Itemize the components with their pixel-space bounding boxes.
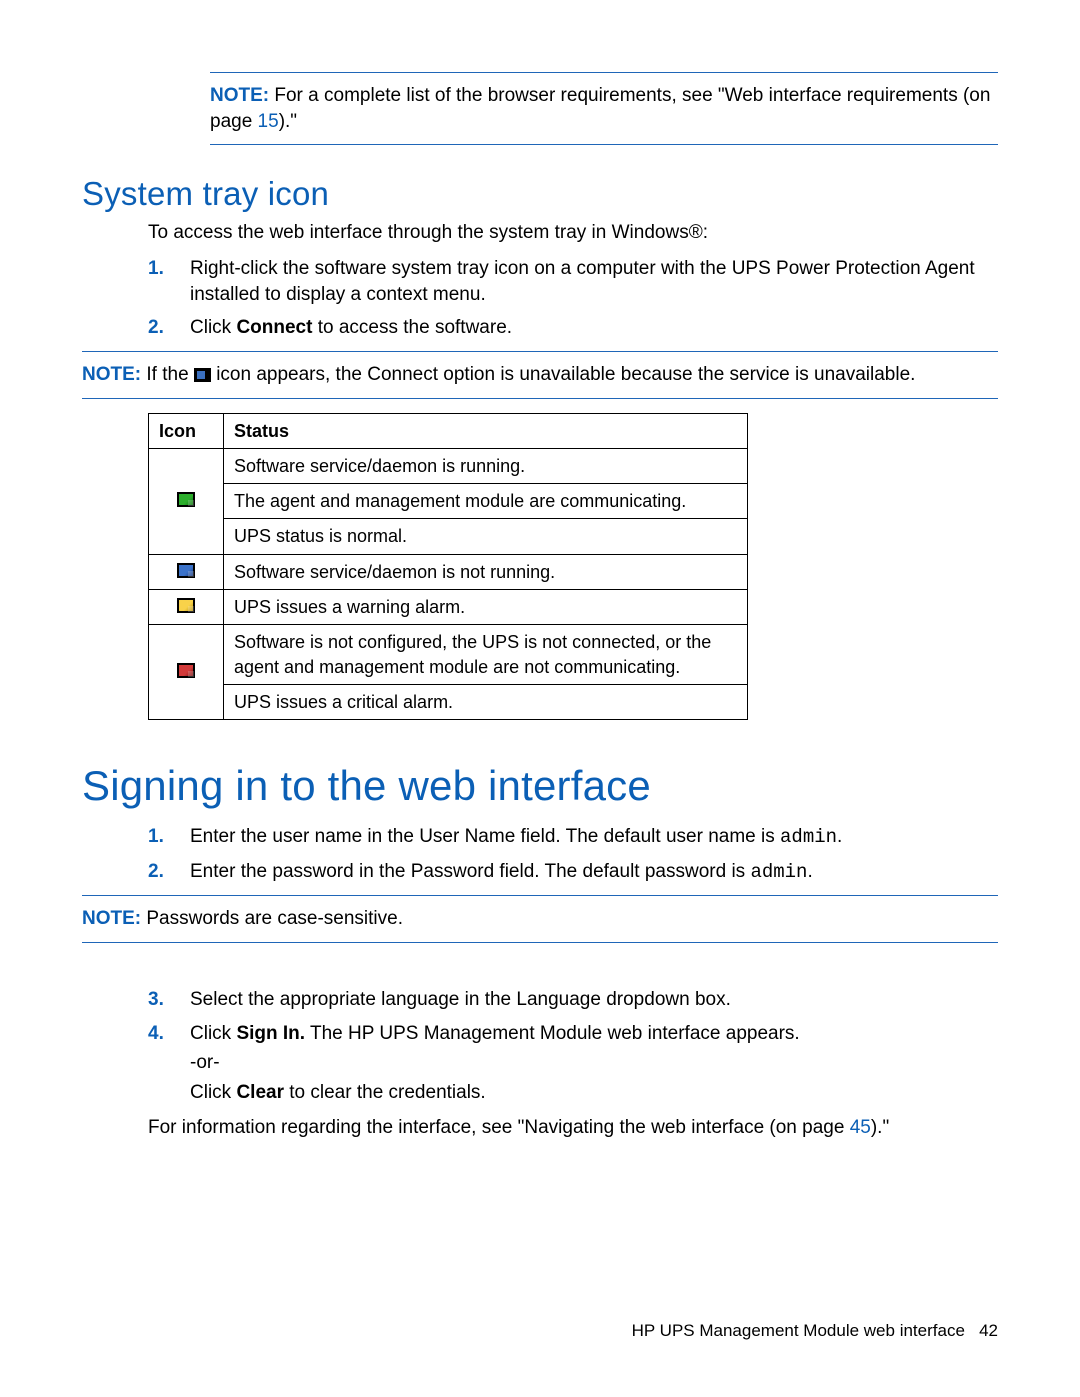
list-item: 3. Select the appropriate language in th… <box>148 983 998 1017</box>
page-link-45[interactable]: 45 <box>850 1117 871 1138</box>
text: . <box>807 861 812 882</box>
tray-service-off-icon <box>177 563 195 578</box>
tray-critical-icon <box>177 663 195 678</box>
table-row: UPS status is normal. <box>149 519 748 554</box>
systray-steps: 1. Right-click the software system tray … <box>148 252 998 345</box>
list-item: 1. Enter the user name in the User Name … <box>148 820 998 855</box>
default-username: admin <box>780 826 837 848</box>
step-number: 1. <box>148 824 166 851</box>
table-row: Software is not configured, the UPS is n… <box>149 625 748 685</box>
note-password-case: NOTE: Passwords are case-sensitive. <box>82 895 998 943</box>
col-icon: Icon <box>149 413 224 448</box>
or-text: -or- <box>190 1050 998 1076</box>
list-item: 2. Enter the password in the Password fi… <box>148 855 998 890</box>
col-status: Status <box>224 413 748 448</box>
step-text: Enter the password in the Password field… <box>190 859 998 886</box>
list-item: 4. Click Sign In. The HP UPS Management … <box>148 1017 998 1110</box>
list-item: 1. Right-click the software system tray … <box>148 252 998 311</box>
status-cell: UPS issues a warning alarm. <box>224 590 748 625</box>
tray-warning-icon <box>177 598 195 613</box>
icon-cell <box>149 448 224 554</box>
step-text: Click Sign In. The HP UPS Management Mod… <box>190 1021 998 1106</box>
document-page: NOTE: For a complete list of the browser… <box>0 0 1080 1397</box>
table-row: UPS issues a warning alarm. <box>149 590 748 625</box>
table-row: Software service/daemon is not running. <box>149 554 748 589</box>
signin-steps-cont: 3. Select the appropriate language in th… <box>148 983 998 1110</box>
note-label: NOTE: <box>82 364 141 385</box>
systray-icon-status-table: Icon Status Software service/daemon is r… <box>148 413 748 721</box>
text: Click <box>190 1082 236 1103</box>
table-row: UPS issues a critical alarm. <box>149 684 748 719</box>
note-label: NOTE: <box>210 85 269 106</box>
note-label: NOTE: <box>82 908 141 929</box>
icon-cell <box>149 625 224 720</box>
status-cell: Software service/daemon is not running. <box>224 554 748 589</box>
step-number: 2. <box>148 859 166 886</box>
note-text: Passwords are case-sensitive. <box>141 908 403 929</box>
clear-keyword: Clear <box>236 1082 284 1103</box>
text: Click Clear to clear the credentials. <box>190 1080 998 1106</box>
status-cell: The agent and management module are comm… <box>224 484 748 519</box>
note-connect-unavailable: NOTE: If the icon appears, the Connect o… <box>82 351 998 399</box>
spacer <box>82 957 998 979</box>
text: Click <box>190 317 236 338</box>
page-footer: HP UPS Management Module web interface 4… <box>632 1321 998 1341</box>
signin-steps: 1. Enter the user name in the User Name … <box>148 820 998 889</box>
text: to access the software. <box>312 317 512 338</box>
step-number: 4. <box>148 1021 166 1106</box>
status-cell: Software service/daemon is running. <box>224 448 748 483</box>
note-text-before: If the <box>141 364 194 385</box>
step-number: 2. <box>148 315 166 341</box>
text: . <box>837 826 842 847</box>
step-text: Select the appropriate language in the L… <box>190 987 998 1013</box>
note-text-after: )." <box>279 111 297 132</box>
note-text-after: icon appears, the Connect option is unav… <box>211 364 916 385</box>
page-number: 42 <box>979 1321 998 1340</box>
text: )." <box>871 1117 889 1138</box>
text: Enter the password in the Password field… <box>190 861 750 882</box>
status-cell: Software is not configured, the UPS is n… <box>224 625 748 685</box>
text: The HP UPS Management Module web interfa… <box>305 1023 800 1044</box>
footer-title: HP UPS Management Module web interface <box>632 1321 965 1340</box>
signin-keyword: Sign In. <box>236 1023 305 1044</box>
icon-cell <box>149 554 224 589</box>
connect-keyword: Connect <box>236 317 312 338</box>
table-row: Software service/daemon is running. <box>149 448 748 483</box>
step-number: 1. <box>148 256 166 307</box>
text: Click <box>190 1023 236 1044</box>
text: For information regarding the interface,… <box>148 1117 850 1138</box>
page-link-15[interactable]: 15 <box>258 111 279 132</box>
icon-cell <box>149 590 224 625</box>
note-text-before: For a complete list of the browser requi… <box>210 85 990 132</box>
table-header-row: Icon Status <box>149 413 748 448</box>
text: to clear the credentials. <box>284 1082 486 1103</box>
step-text: Right-click the software system tray ico… <box>190 256 998 307</box>
tray-normal-icon <box>177 492 195 507</box>
status-cell: UPS status is normal. <box>224 519 748 554</box>
status-cell: UPS issues a critical alarm. <box>224 684 748 719</box>
heading-system-tray-icon: System tray icon <box>82 175 998 213</box>
tray-service-off-icon <box>194 368 211 382</box>
signin-outro: For information regarding the interface,… <box>148 1116 998 1141</box>
step-text: Click Connect to access the software. <box>190 315 998 341</box>
text: Enter the user name in the User Name fie… <box>190 826 780 847</box>
table-row: The agent and management module are comm… <box>149 484 748 519</box>
systray-intro: To access the web interface through the … <box>148 221 998 246</box>
step-text: Enter the user name in the User Name fie… <box>190 824 998 851</box>
default-password: admin <box>750 861 807 883</box>
step-number: 3. <box>148 987 166 1013</box>
heading-signing-in: Signing in to the web interface <box>82 762 998 810</box>
list-item: 2. Click Connect to access the software. <box>148 311 998 345</box>
note-browser-requirements: NOTE: For a complete list of the browser… <box>210 72 998 145</box>
